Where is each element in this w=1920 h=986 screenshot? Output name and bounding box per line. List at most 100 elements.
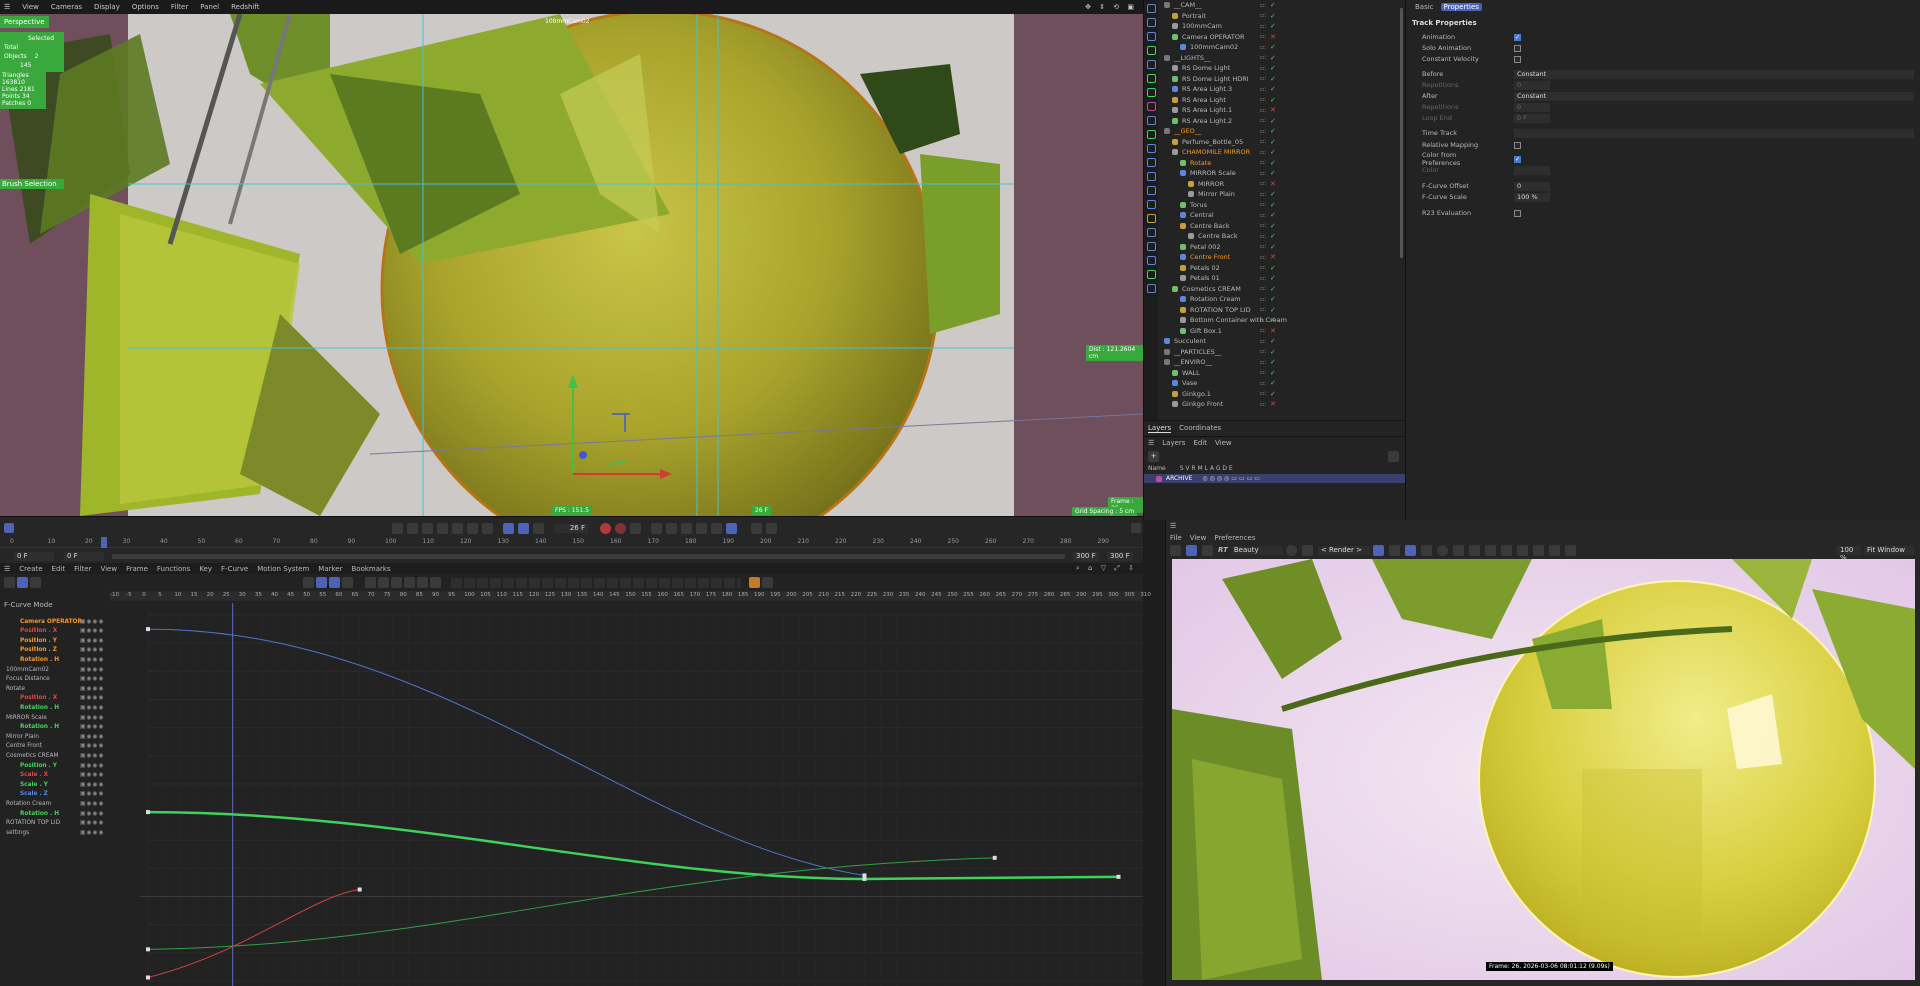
property-checkbox[interactable]	[1514, 55, 1521, 63]
object-flags[interactable]: ▫:	[1260, 369, 1266, 376]
curve-keyframe[interactable]	[1116, 874, 1121, 879]
object-flags[interactable]: ▫:	[1260, 275, 1266, 282]
object-flags[interactable]: ▫:	[1260, 359, 1266, 366]
move-key-icon[interactable]	[651, 523, 662, 534]
rv-tool-6-icon[interactable]	[1532, 544, 1544, 556]
object-enable-check-icon[interactable]: ✓	[1270, 22, 1276, 30]
object-enable-check-icon[interactable]: ✓	[1270, 358, 1276, 366]
object-enable-check-icon[interactable]: ✕	[1270, 327, 1276, 335]
tool-icon[interactable]	[1146, 88, 1156, 97]
track-row[interactable]: ROTATION TOP LID ▣◉◉◉	[0, 819, 108, 828]
track-row[interactable]: Position . X ▣◉◉◉	[0, 627, 108, 636]
tool-icon[interactable]	[1146, 172, 1156, 181]
object-row[interactable]: RS Dome Light HDRI ▫: ✓	[1160, 74, 1400, 85]
track-row[interactable]: Scale . Z ▣◉◉◉	[0, 790, 108, 799]
object-row[interactable]: Ginkgo.1 ▫: ✓	[1160, 389, 1400, 400]
track-row[interactable]: Scale . X ▣◉◉◉	[0, 771, 108, 780]
add-layer-icon[interactable]: +	[1148, 450, 1159, 462]
object-enable-check-icon[interactable]: ✓	[1270, 127, 1276, 135]
track-row[interactable]: settings ▣◉◉◉	[0, 828, 108, 837]
object-enable-check-icon[interactable]: ✓	[1270, 369, 1276, 377]
object-flags[interactable]: ▫:	[1260, 23, 1266, 30]
track-row[interactable]: Rotation Cream ▣◉◉◉	[0, 799, 108, 808]
curve-keyframe[interactable]	[357, 887, 362, 892]
fcurve-menu-fcurve[interactable]: F-Curve	[221, 565, 248, 573]
prev-key-icon[interactable]	[407, 523, 418, 534]
tool-icon[interactable]	[1146, 144, 1156, 153]
frame-all-icon[interactable]	[365, 577, 376, 588]
property-value[interactable]: 0 F	[1514, 113, 1550, 123]
rv-tool-7-icon[interactable]	[1548, 544, 1560, 556]
track-row[interactable]: Focus Distance ▣◉◉◉	[0, 675, 108, 684]
object-enable-check-icon[interactable]: ✕	[1270, 106, 1276, 114]
track-visibility-icons[interactable]: ▣◉◉◉	[80, 638, 105, 644]
object-enable-check-icon[interactable]: ✓	[1270, 117, 1276, 125]
track-visibility-icons[interactable]: ▣◉◉◉	[80, 695, 105, 701]
property-value[interactable]	[1514, 165, 1550, 175]
object-flags[interactable]: ▫:	[1260, 327, 1266, 334]
tool-icon[interactable]	[1146, 32, 1156, 41]
object-row[interactable]: Portrait ▫: ✓	[1160, 11, 1400, 22]
marker-icon[interactable]	[749, 577, 760, 588]
rv-menu-file[interactable]: File	[1170, 534, 1182, 542]
rv-menu-preferences[interactable]: Preferences	[1214, 534, 1255, 542]
object-flags[interactable]: ▫:	[1260, 243, 1266, 250]
viewport-menu-display[interactable]: Display	[94, 3, 120, 11]
object-enable-check-icon[interactable]: ✓	[1270, 211, 1276, 219]
object-enable-check-icon[interactable]: ✓	[1270, 138, 1276, 146]
object-enable-check-icon[interactable]: ✓	[1270, 96, 1276, 104]
object-row[interactable]: Succulent ▫: ✓	[1160, 336, 1400, 347]
object-row[interactable]: ROTATION TOP LID ▫: ✓	[1160, 305, 1400, 316]
object-flags[interactable]: ▫:	[1260, 65, 1266, 72]
start-frame-field[interactable]: 0 F	[14, 551, 54, 561]
track-visibility-icons[interactable]: ▣◉◉◉	[80, 628, 105, 634]
track-visibility-icons[interactable]: ▣◉◉◉	[80, 772, 105, 778]
object-enable-check-icon[interactable]: ✕	[1270, 400, 1276, 408]
rv-zoom-field[interactable]: 100 %	[1837, 545, 1861, 562]
next-frame-icon[interactable]	[452, 523, 463, 534]
object-flags[interactable]: ▫:	[1260, 296, 1266, 303]
object-flags[interactable]: ▫:	[1260, 348, 1266, 355]
object-row[interactable]: Rotate ▫: ✓	[1160, 158, 1400, 169]
timeline-panel[interactable]: 26 F 0 10 20 30 40 50 60 70 80 90 100 110 120 130 140 1…	[0, 516, 1143, 563]
object-enable-check-icon[interactable]: ✓	[1270, 295, 1276, 303]
object-enable-check-icon[interactable]: ✓	[1270, 337, 1276, 345]
track-visibility-icons[interactable]: ▣◉◉◉	[80, 667, 105, 673]
object-enable-check-icon[interactable]: ✕	[1270, 253, 1276, 261]
property-select[interactable]: Constant	[1514, 69, 1914, 79]
rv-render-select[interactable]: < Render >	[1317, 545, 1370, 555]
object-row[interactable]: Centre Front ▫: ✕	[1160, 252, 1400, 263]
object-row[interactable]: MIRROR Scale ▫: ✓	[1160, 168, 1400, 179]
fcurve-menu-edit[interactable]: Edit	[52, 565, 66, 573]
track-row[interactable]: Scale . Y ▣◉◉◉	[0, 780, 108, 789]
range-slider[interactable]	[112, 553, 1065, 559]
keyframe-icon[interactable]	[766, 523, 777, 534]
layer-menu-edit[interactable]: Edit	[1193, 439, 1207, 447]
rv-refresh-icon[interactable]	[1202, 544, 1213, 556]
rv-grid-icon[interactable]	[1388, 544, 1400, 556]
tool-icon[interactable]	[1146, 284, 1156, 293]
object-flags[interactable]: ▫:	[1260, 138, 1266, 145]
rv-ipr-icon[interactable]	[1372, 544, 1384, 556]
fcurve-editor[interactable]: ☰ Create Edit Filter View Frame Function…	[0, 563, 1151, 986]
render-view[interactable]: ☰ File View Preferences RT Beauty < Rend…	[1165, 520, 1920, 986]
tangent-tools-strip[interactable]	[451, 577, 741, 588]
track-visibility-icons[interactable]: ▣◉◉◉	[80, 743, 105, 749]
go-to-end-icon[interactable]	[482, 523, 493, 534]
object-enable-check-icon[interactable]: ✓	[1270, 159, 1276, 167]
object-row[interactable]: CHAMOMILE MIRROR ▫: ✓	[1160, 147, 1400, 158]
property-checkbox[interactable]	[1514, 141, 1521, 149]
track-row[interactable]: Position . Z ▣◉◉◉	[0, 646, 108, 655]
object-row[interactable]: __GEO__ ▫: ✓	[1160, 126, 1400, 137]
fcurve-menu-view[interactable]: View	[100, 565, 117, 573]
object-flags[interactable]: ▫:	[1260, 2, 1266, 9]
object-flags[interactable]: ▫:	[1260, 212, 1266, 219]
track-visibility-icons[interactable]: ▣◉◉◉	[80, 811, 105, 817]
property-value[interactable]: 100 %	[1514, 192, 1550, 202]
property-checkbox[interactable]: ✓	[1514, 155, 1521, 163]
next-key-icon[interactable]	[467, 523, 478, 534]
object-flags[interactable]: ▫:	[1260, 285, 1266, 292]
object-flags[interactable]: ▫:	[1260, 222, 1266, 229]
lock-icon[interactable]	[342, 577, 353, 588]
object-row[interactable]: Rotation Cream ▫: ✓	[1160, 294, 1400, 305]
